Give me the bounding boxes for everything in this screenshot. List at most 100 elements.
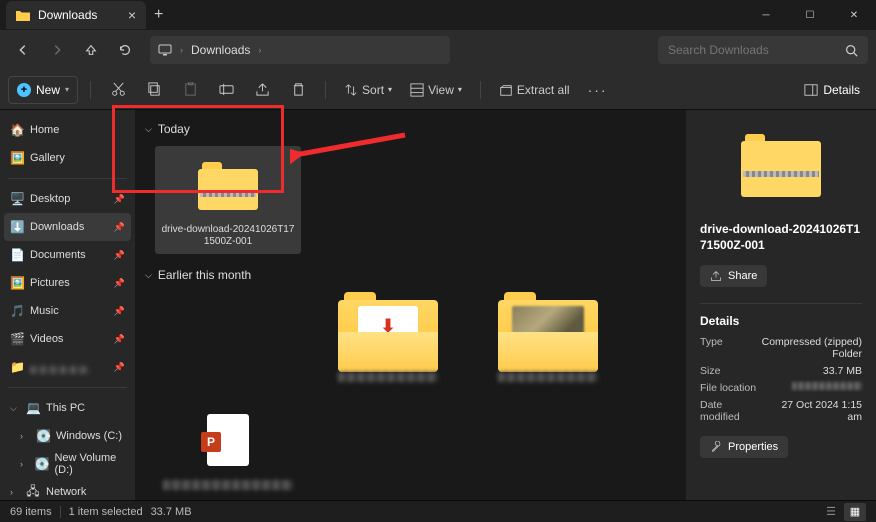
copy-button[interactable] bbox=[139, 76, 169, 104]
title-bar: Downloads × + ─ ☐ ✕ bbox=[0, 0, 876, 30]
file-list-area[interactable]: ⌵Today drive-download-20241026T171500Z-0… bbox=[135, 110, 686, 500]
new-tab-button[interactable]: + bbox=[154, 6, 163, 24]
drive-icon: 💽 bbox=[36, 429, 50, 443]
detail-row-modified: Date modified27 Oct 2024 1:15 am bbox=[700, 399, 862, 423]
sidebar-item-blurred[interactable]: 📁📌 bbox=[4, 353, 131, 381]
cut-button[interactable] bbox=[103, 76, 133, 104]
extract-label: Extract all bbox=[517, 83, 570, 97]
delete-button[interactable] bbox=[283, 76, 313, 104]
pin-icon: 📌 bbox=[114, 334, 125, 345]
sidebar-documents[interactable]: 📄Documents📌 bbox=[4, 241, 131, 269]
more-button[interactable]: ··· bbox=[582, 76, 614, 104]
up-button[interactable] bbox=[76, 35, 106, 65]
search-input[interactable] bbox=[668, 43, 845, 57]
search-box[interactable] bbox=[658, 36, 868, 64]
pictures-icon: 🖼️ bbox=[10, 276, 24, 290]
details-header: Details bbox=[700, 314, 862, 328]
window-controls: ─ ☐ ✕ bbox=[744, 0, 876, 30]
drive-icon: 💽 bbox=[34, 457, 48, 471]
sidebar-desktop[interactable]: 🖥️Desktop📌 bbox=[4, 185, 131, 213]
video-icon: 🎬 bbox=[10, 332, 24, 346]
chevron-right-icon: › bbox=[180, 45, 183, 55]
pin-icon: 📌 bbox=[114, 194, 125, 205]
main-area: 🏠Home 🖼️Gallery 🖥️Desktop📌 ⬇️Downloads📌 … bbox=[0, 110, 876, 500]
folder-item[interactable]: ⬇ bbox=[315, 292, 461, 388]
close-window-button[interactable]: ✕ bbox=[832, 0, 876, 30]
pin-icon: 📌 bbox=[114, 362, 125, 373]
chevron-down-icon: ⌵ bbox=[145, 124, 152, 135]
desktop-icon: 🖥️ bbox=[10, 192, 24, 206]
search-icon[interactable] bbox=[845, 44, 858, 57]
properties-button[interactable]: Properties bbox=[700, 436, 788, 458]
pc-icon: 💻 bbox=[26, 401, 40, 415]
details-pane: drive-download-20241026T171500Z-001 Shar… bbox=[686, 110, 876, 500]
plus-icon: + bbox=[17, 83, 31, 97]
group-today[interactable]: ⌵Today bbox=[145, 122, 676, 136]
thumbnails-view-button[interactable]: ▦ bbox=[844, 503, 866, 521]
chevron-right-icon: › bbox=[20, 431, 30, 441]
breadcrumb-current[interactable]: Downloads bbox=[191, 43, 250, 57]
sidebar-videos[interactable]: 🎬Videos📌 bbox=[4, 325, 131, 353]
file-name-blurred bbox=[163, 480, 293, 490]
paste-button[interactable] bbox=[175, 76, 205, 104]
breadcrumb[interactable]: › Downloads › bbox=[150, 36, 450, 64]
maximize-button[interactable]: ☐ bbox=[788, 0, 832, 30]
navigation-pane: 🏠Home 🖼️Gallery 🖥️Desktop📌 ⬇️Downloads📌 … bbox=[0, 110, 135, 500]
sidebar-network[interactable]: ›🖧Network bbox=[4, 478, 131, 500]
view-button[interactable]: View ▾ bbox=[404, 76, 468, 104]
sort-label: Sort bbox=[362, 83, 384, 97]
download-icon: ⬇️ bbox=[10, 220, 24, 234]
file-zip-item[interactable]: drive-download-20241026T171500Z-001 bbox=[155, 146, 301, 254]
document-icon: 📄 bbox=[10, 248, 24, 262]
refresh-button[interactable] bbox=[110, 35, 140, 65]
item-count: 69 items bbox=[10, 506, 52, 518]
details-title: drive-download-20241026T171500Z-001 bbox=[700, 222, 862, 253]
chevron-down-icon: ▾ bbox=[65, 85, 69, 94]
details-view-button[interactable]: ☰ bbox=[820, 503, 842, 521]
sidebar-pictures[interactable]: 🖼️Pictures📌 bbox=[4, 269, 131, 297]
sort-button[interactable]: Sort ▾ bbox=[338, 76, 398, 104]
file-ppt-item[interactable] bbox=[155, 400, 301, 496]
share-button[interactable] bbox=[247, 76, 277, 104]
extract-all-button[interactable]: Extract all bbox=[493, 76, 576, 104]
detail-row-location: File location bbox=[700, 382, 862, 394]
nav-bar: › Downloads › bbox=[0, 30, 876, 70]
selected-size: 33.7 MB bbox=[151, 506, 192, 518]
gallery-icon: 🖼️ bbox=[10, 151, 24, 165]
detail-row-size: Size33.7 MB bbox=[700, 365, 862, 377]
view-label: View bbox=[428, 83, 454, 97]
sidebar-music[interactable]: 🎵Music📌 bbox=[4, 297, 131, 325]
new-button[interactable]: + New ▾ bbox=[8, 76, 78, 104]
folder-item[interactable] bbox=[475, 292, 621, 388]
chevron-down-icon: ▾ bbox=[458, 85, 462, 94]
close-tab-button[interactable]: × bbox=[128, 7, 136, 23]
sidebar-this-pc[interactable]: ⌵💻This PC bbox=[4, 394, 131, 422]
details-label: Details bbox=[823, 83, 860, 97]
group-earlier[interactable]: ⌵Earlier this month bbox=[145, 268, 676, 282]
chevron-down-icon: ⌵ bbox=[145, 270, 152, 281]
sidebar-gallery[interactable]: 🖼️Gallery bbox=[4, 144, 131, 172]
pin-icon: 📌 bbox=[114, 250, 125, 261]
pin-icon: 📌 bbox=[114, 278, 125, 289]
folder-icon bbox=[16, 9, 30, 21]
sidebar-drive-c[interactable]: ›💽Windows (C:) bbox=[4, 422, 131, 450]
network-icon: 🖧 bbox=[26, 482, 40, 501]
tab-downloads[interactable]: Downloads × bbox=[6, 1, 146, 29]
forward-button[interactable] bbox=[42, 35, 72, 65]
rename-button[interactable] bbox=[211, 76, 241, 104]
sidebar-home[interactable]: 🏠Home bbox=[4, 116, 131, 144]
file-name: drive-download-20241026T171500Z-001 bbox=[161, 224, 295, 248]
details-toggle-button[interactable]: Details bbox=[796, 83, 868, 97]
monitor-icon bbox=[158, 44, 172, 56]
sidebar-drive-d[interactable]: ›💽New Volume (D:) bbox=[4, 450, 131, 478]
sidebar-downloads[interactable]: ⬇️Downloads📌 bbox=[4, 213, 131, 241]
file-name-blurred bbox=[498, 372, 598, 382]
home-icon: 🏠 bbox=[10, 123, 24, 137]
share-button[interactable]: Share bbox=[700, 265, 767, 287]
back-button[interactable] bbox=[8, 35, 38, 65]
folder-icon: ⬇ bbox=[323, 298, 453, 366]
file-name-blurred bbox=[338, 372, 438, 382]
details-thumbnail bbox=[741, 134, 821, 198]
music-icon: 🎵 bbox=[10, 304, 24, 318]
minimize-button[interactable]: ─ bbox=[744, 0, 788, 30]
